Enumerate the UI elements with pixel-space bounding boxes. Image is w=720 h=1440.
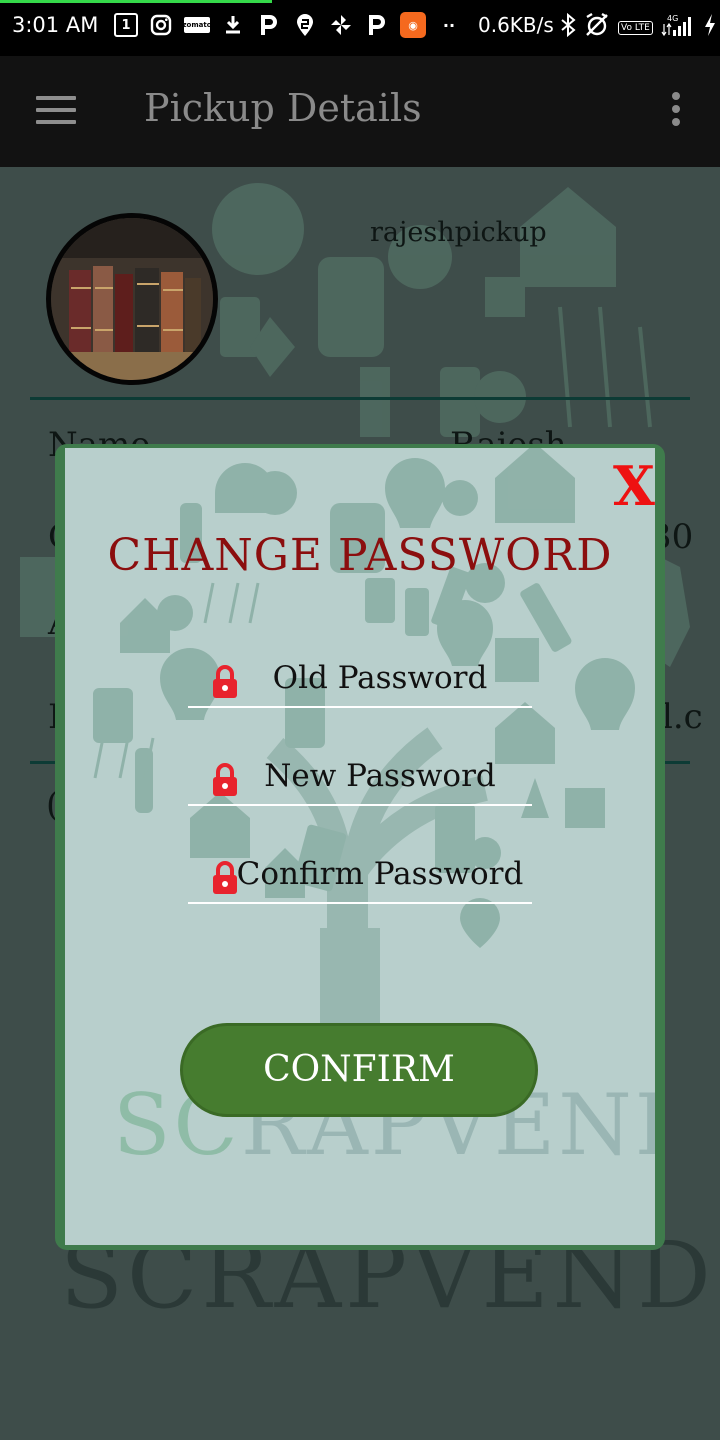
new-password-placeholder: New Password (264, 758, 496, 794)
old-password-placeholder: Old Password (272, 660, 488, 696)
loading-progress-bar (0, 0, 272, 3)
page-title: Pickup Details (144, 86, 422, 130)
system-icons: Vo LTE 4G (560, 12, 717, 43)
more-notifications-icon: ·· (442, 15, 456, 35)
hamburger-menu-icon[interactable] (36, 96, 76, 126)
signal-icon: 4G (661, 12, 695, 43)
zomato-icon: zomato (182, 17, 212, 33)
alarm-off-icon (584, 12, 610, 43)
paytm-icon (364, 12, 390, 38)
pinwheel-icon (328, 12, 354, 38)
status-time: 3:01 AM (12, 13, 99, 37)
battery-charging-icon (703, 13, 717, 42)
download-icon (220, 12, 246, 38)
confirm-password-field[interactable]: Confirm Password (188, 856, 532, 904)
confirm-password-placeholder: Confirm Password (236, 856, 524, 892)
calendar-icon: 1 (114, 13, 138, 37)
volte-icon: Vo LTE (618, 20, 653, 35)
app-notification-icon: ◉ (400, 12, 426, 38)
close-dialog-button[interactable]: X (613, 456, 655, 516)
row4-value-edge: l.c (662, 697, 703, 737)
paytm-icon (256, 12, 282, 38)
confirm-button[interactable]: CONFIRM (180, 1023, 538, 1117)
instagram-icon (148, 12, 174, 38)
network-speed: 0.6KB/s (478, 13, 554, 37)
profile-divider (30, 397, 690, 400)
swiggy-icon (292, 12, 318, 38)
bluetooth-icon (560, 12, 576, 42)
svg-text:4G: 4G (667, 14, 678, 23)
app-toolbar: Pickup Details (0, 56, 720, 167)
overflow-menu-icon[interactable] (664, 92, 688, 132)
status-bar: 3:01 AM 1 zomato ◉ ·· 0.6KB/s Vo LTE 4G (0, 0, 720, 56)
new-password-field[interactable]: New Password (188, 758, 532, 806)
old-password-field[interactable]: Old Password (188, 660, 532, 708)
notification-icons: 1 zomato ◉ ·· (114, 12, 462, 38)
profile-avatar[interactable] (46, 213, 218, 385)
change-password-dialog: X CHANGE PASSWORD Old Password New Passw… (65, 448, 655, 1245)
dialog-title: CHANGE PASSWORD (107, 530, 613, 581)
username-label: rajeshpickup (370, 217, 547, 248)
